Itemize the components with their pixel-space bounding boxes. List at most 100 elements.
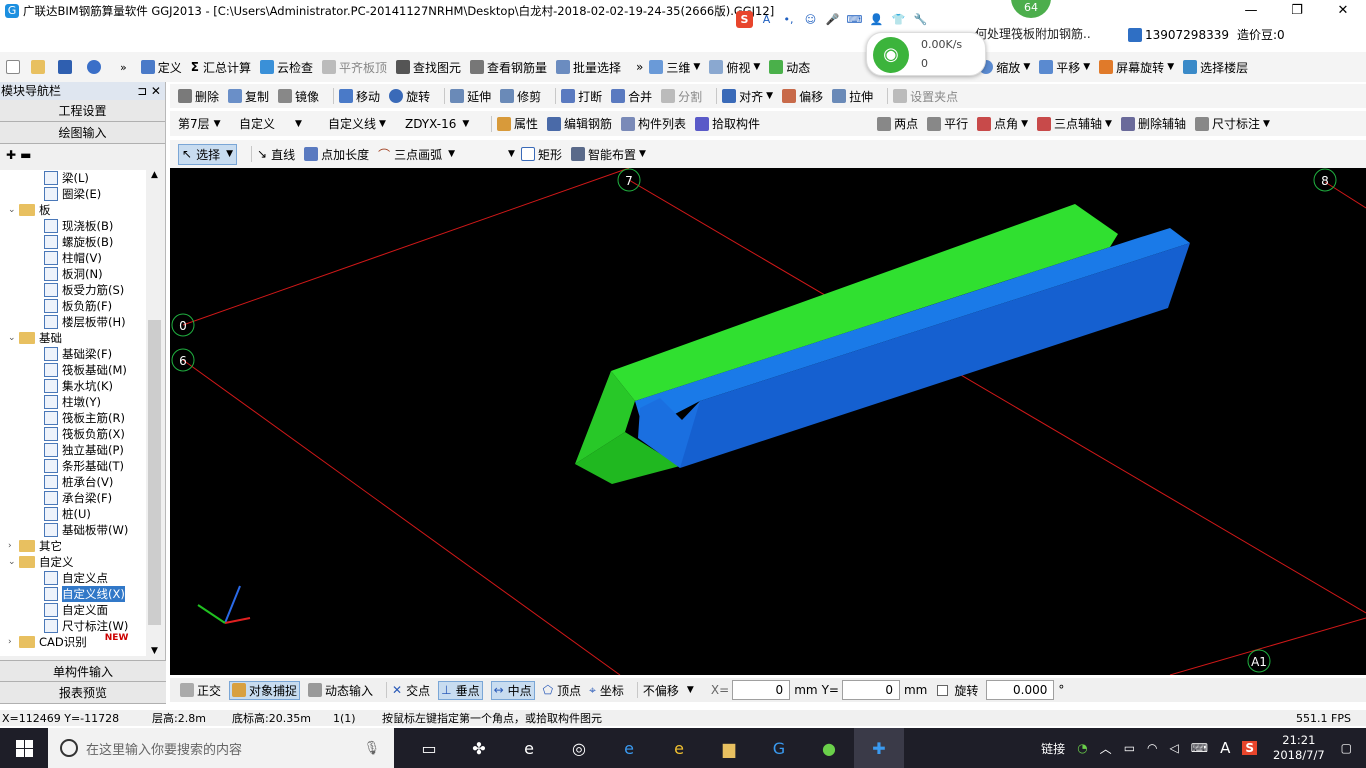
- name-select[interactable]: ZDYX-16 ▼: [405, 117, 477, 131]
- offset-select[interactable]: 不偏移 ▼: [643, 682, 703, 699]
- collapse-icon[interactable]: ⌄: [8, 557, 16, 567]
- tree-item[interactable]: 基础梁(F): [44, 346, 112, 362]
- define-button[interactable]: 定义: [140, 59, 182, 76]
- view-rebar-button[interactable]: 查看钢筋量: [470, 59, 547, 76]
- file-explorer-icon[interactable]: ▆: [704, 728, 754, 768]
- cloud-check-button[interactable]: 云检查: [259, 59, 313, 76]
- select-floor-button[interactable]: 选择楼层: [1183, 59, 1248, 76]
- tree-item[interactable]: 柱帽(V): [44, 250, 102, 266]
- select-button[interactable]: ↖ 选择 ▼: [178, 143, 237, 165]
- scroll-down-icon[interactable]: ▼: [146, 646, 163, 656]
- save-icon[interactable]: [58, 60, 72, 74]
- expand-icon[interactable]: ›: [8, 637, 16, 647]
- line-button[interactable]: ↘ 直线: [257, 146, 295, 163]
- rotate-input[interactable]: 0.000: [986, 680, 1055, 700]
- nav-pin-close[interactable]: ⊐ ✕: [137, 82, 161, 100]
- undo-icon[interactable]: [87, 60, 101, 74]
- price-bean[interactable]: 造价豆:0: [1237, 26, 1285, 43]
- rotate-checkbox[interactable]: [937, 684, 949, 696]
- spiral-app-icon[interactable]: ◎: [554, 728, 604, 768]
- extend-button[interactable]: 延伸: [450, 88, 491, 105]
- stretch-button[interactable]: 拉伸: [832, 88, 873, 105]
- edge-icon[interactable]: e: [604, 728, 654, 768]
- collapse-icon[interactable]: ⌄: [8, 205, 16, 215]
- merge-button[interactable]: 合并: [611, 88, 652, 105]
- tree-item[interactable]: 集水坑(K): [44, 378, 113, 394]
- tree-folder[interactable]: › 其它: [8, 538, 62, 554]
- 3d-button[interactable]: 三维 ▼: [649, 59, 700, 76]
- summary-calc-button[interactable]: Σ 汇总计算: [191, 59, 251, 76]
- fan-app-icon[interactable]: ✤: [454, 728, 504, 768]
- drawing-input-tab[interactable]: 绘图输入: [0, 122, 165, 144]
- top-view-button[interactable]: 俯视 ▼: [709, 59, 760, 76]
- tree-folder[interactable]: ⌄ 板: [8, 202, 51, 218]
- mirror-button[interactable]: 镜像: [278, 88, 319, 105]
- font-icon[interactable]: A: [758, 11, 775, 28]
- tree-item[interactable]: 基础板带(W): [44, 522, 128, 538]
- account-phone[interactable]: 13907298339: [1145, 28, 1229, 42]
- rectangle-button[interactable]: 矩形: [520, 146, 562, 163]
- category-select[interactable]: 自定义 ▼: [239, 115, 319, 132]
- zoom-button[interactable]: 缩放 ▼: [979, 59, 1030, 76]
- user-icon[interactable]: 👤: [868, 11, 885, 28]
- edit-rebar-button[interactable]: 编辑钢筋: [547, 115, 612, 132]
- align-top-button[interactable]: 平齐板顶: [321, 59, 387, 76]
- taskbar-search[interactable]: 在这里输入你要搜索的内容 🎙: [48, 728, 394, 768]
- custom-line-beam[interactable]: [575, 204, 1190, 484]
- pan-button[interactable]: 平移 ▼: [1039, 59, 1090, 76]
- report-preview-tab[interactable]: 报表预览: [0, 682, 166, 704]
- drawing-canvas[interactable]: 7 8 0 6 A1: [170, 168, 1366, 675]
- floor-select[interactable]: 第7层 ▼: [178, 115, 230, 132]
- find-element-button[interactable]: 查找图元: [396, 59, 461, 76]
- dynamic-input-button[interactable]: 动态输入: [308, 682, 373, 699]
- microphone-icon[interactable]: 🎙: [363, 741, 380, 756]
- tree-item[interactable]: 筏板负筋(X): [44, 426, 125, 442]
- tray-link-label[interactable]: 链接: [1041, 740, 1065, 757]
- tree-folder[interactable]: ⌄ 基础: [8, 330, 62, 346]
- single-component-input-tab[interactable]: 单构件输入: [0, 660, 166, 682]
- tree-item[interactable]: 自定义点: [44, 570, 108, 586]
- point-angle-button[interactable]: 点角 ▼: [977, 115, 1028, 132]
- emoji-icon[interactable]: ☺: [802, 11, 819, 28]
- new-file-icon[interactable]: [6, 60, 20, 74]
- component-list-button[interactable]: 构件列表: [621, 115, 686, 132]
- wifi-speed-popup[interactable]: ◉ 0.00K/s 0: [866, 32, 986, 76]
- notification-icon[interactable]: ▢: [1341, 741, 1352, 755]
- start-button[interactable]: [0, 728, 48, 768]
- tree-item[interactable]: 桩(U): [44, 506, 91, 522]
- dropdown-icon[interactable]: ▼: [508, 149, 515, 159]
- scroll-up-icon[interactable]: ▲: [146, 170, 163, 182]
- tree-scrollbar[interactable]: ▲ ▼: [146, 170, 163, 656]
- sogou-icon[interactable]: S: [736, 11, 753, 28]
- x-input[interactable]: 0: [732, 680, 791, 700]
- tree-item[interactable]: 独立基础(P): [44, 442, 124, 458]
- set-grip-button[interactable]: 设置夹点: [893, 88, 958, 105]
- ggj-app-icon[interactable]: ✚: [854, 728, 904, 768]
- overflow-icon[interactable]: »: [120, 61, 127, 74]
- perpendicular-button[interactable]: ⊥ 垂点: [438, 680, 483, 700]
- ortho-button[interactable]: 正交: [180, 682, 221, 699]
- clock[interactable]: 21:21 2018/7/7: [1273, 733, 1325, 763]
- tree-item[interactable]: 板受力筋(S): [44, 282, 124, 298]
- dynamic-button[interactable]: 动态: [769, 59, 810, 76]
- browser-360-icon[interactable]: ●: [804, 728, 854, 768]
- tree-item[interactable]: 楼层板带(H): [44, 314, 126, 330]
- ie-icon[interactable]: e: [654, 728, 704, 768]
- rotate-button[interactable]: 旋转: [389, 88, 430, 105]
- collapse-all-icon[interactable]: ▬: [20, 148, 31, 162]
- copy-button[interactable]: 复制: [228, 88, 269, 105]
- volume-icon[interactable]: ◁: [1170, 741, 1179, 755]
- show-hidden-icon[interactable]: ︿: [1100, 740, 1112, 757]
- intersection-button[interactable]: ✕ 交点: [392, 682, 430, 699]
- properties-button[interactable]: 属性: [497, 115, 538, 132]
- glodon-g-icon[interactable]: G: [754, 728, 804, 768]
- split-button[interactable]: 分割: [661, 88, 702, 105]
- battery-icon[interactable]: ▭: [1124, 741, 1135, 755]
- project-settings-tab[interactable]: 工程设置: [0, 100, 165, 122]
- type-select[interactable]: 自定义线 ▼: [328, 115, 396, 132]
- delete-button[interactable]: 删除: [178, 88, 219, 105]
- tree-item[interactable]: 现浇板(B): [44, 218, 113, 234]
- minimize-button[interactable]: —: [1228, 0, 1274, 22]
- two-point-button[interactable]: 两点: [877, 115, 918, 132]
- keyboard-tray-icon[interactable]: ⌨: [1191, 741, 1208, 755]
